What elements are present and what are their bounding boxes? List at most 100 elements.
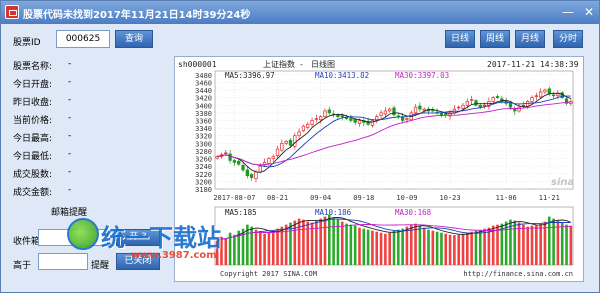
volume-bar — [284, 224, 288, 265]
info-label-open: 今日开盘: — [13, 80, 53, 90]
candle-body — [344, 117, 349, 119]
watermark-logo-icon — [67, 218, 99, 250]
minimize-button[interactable]: — — [559, 4, 577, 20]
candle-body — [319, 116, 323, 121]
volume-bar — [569, 225, 573, 265]
candle-body — [491, 97, 495, 102]
app-window: 股票代码未找到2017年11月21日14时39分24秒 — ✕ 股票ID 000… — [0, 0, 600, 293]
kline-chart: sh000001 上证指数 - 日线图 2017-11-21 14:38:39 MA5:3… — [174, 56, 584, 282]
volume-bar — [444, 233, 448, 265]
monthly-line-button[interactable]: 月线 — [515, 30, 545, 48]
volume-bar — [483, 228, 486, 265]
mailbox-label: 收件箱 — [13, 237, 41, 247]
info-value-volume: - — [68, 167, 72, 177]
volume-bar — [306, 221, 310, 265]
vol-ma10-label: MA10:186 — [315, 208, 352, 217]
volume-bar — [271, 230, 275, 265]
candle-body — [310, 120, 314, 125]
volume-bar — [332, 217, 335, 265]
ma5-label: MA5:3396.97 — [225, 71, 275, 80]
stock-id-input[interactable]: 000625 — [56, 30, 110, 48]
volume-bar — [453, 235, 456, 265]
candle-body — [383, 110, 388, 115]
volume-bar — [461, 233, 465, 265]
candle-body — [228, 153, 232, 161]
candle-body — [314, 118, 319, 120]
date-tick-label: 08-21 — [267, 194, 288, 202]
volume-bar — [435, 231, 439, 265]
candle-body — [478, 104, 482, 108]
volume-bar — [530, 225, 534, 265]
candle-body — [297, 131, 301, 137]
volume-bar — [440, 232, 443, 265]
daily-line-button[interactable]: 日线 — [445, 30, 475, 48]
candle-body — [275, 148, 280, 156]
candle-body — [469, 99, 474, 101]
volume-bar — [233, 234, 236, 265]
ma30-label: MA30:3397.03 — [395, 71, 449, 80]
candle-body — [543, 89, 547, 93]
query-button[interactable]: 查询 — [115, 30, 153, 48]
price-tick-label: 3180 — [195, 186, 212, 194]
vol-ma30-label: MA30:168 — [395, 208, 432, 217]
candle-body — [232, 160, 237, 163]
date-tick-label: 09-18 — [353, 194, 374, 202]
chart-datetime: 2017-11-21 14:38:39 — [487, 60, 579, 69]
watermark: 统一下载站 www.3987.com — [67, 216, 227, 271]
volume-bar — [323, 216, 327, 265]
sina-logo: sina — [551, 177, 574, 188]
candle-body — [241, 165, 245, 171]
date-tick-label: 09-04 — [310, 194, 331, 202]
volume-bar — [431, 230, 435, 265]
timeshare-button[interactable]: 分时 — [553, 30, 583, 48]
candle-body — [284, 141, 288, 144]
candle-body — [258, 165, 262, 173]
volume-bar — [280, 226, 284, 265]
candle-body — [349, 118, 353, 121]
price-plot-frame — [214, 70, 574, 190]
candle-body — [301, 125, 306, 132]
volume-bar — [319, 218, 322, 265]
candle-body — [353, 118, 357, 123]
volume-bar — [371, 230, 374, 265]
volume-bar — [474, 230, 478, 265]
candle-body — [293, 135, 297, 147]
weekly-line-button[interactable]: 周线 — [480, 30, 510, 48]
candle-body — [237, 160, 241, 165]
source-url-text: http://finance.sina.com.cn — [463, 270, 573, 278]
volume-bar — [466, 232, 469, 265]
candle-body — [340, 115, 344, 118]
candle-body — [392, 107, 396, 116]
volume-bar — [552, 218, 555, 265]
volume-bar — [375, 231, 379, 265]
info-value-high: - — [68, 131, 72, 141]
volume-bar — [448, 234, 452, 265]
volume-bar — [366, 229, 370, 265]
volume-bar — [478, 229, 482, 265]
candle-body — [413, 106, 418, 114]
app-icon — [5, 5, 19, 19]
candle-body — [457, 106, 461, 109]
title-bar[interactable]: 股票代码未找到2017年11月21日14时39分24秒 — ✕ — [1, 1, 599, 24]
date-tick-label: 2017-08-07 — [213, 194, 255, 202]
candle-body — [306, 123, 310, 128]
candle-body — [521, 104, 526, 107]
info-value-amount: - — [68, 185, 72, 195]
volume-bar — [496, 224, 499, 265]
volume-bar — [526, 226, 530, 265]
volume-bar — [276, 228, 279, 265]
ma10-label: MA10:3413.82 — [315, 71, 369, 80]
info-label-current: 当前价格: — [13, 116, 53, 126]
volume-bar — [358, 227, 361, 265]
window-title: 股票代码未找到2017年11月21日14时39分24秒 — [23, 10, 251, 21]
volume-bar — [267, 232, 271, 265]
volume-bar — [297, 218, 301, 265]
info-value-prev-close: - — [68, 95, 72, 105]
candle-body — [379, 112, 383, 116]
candle-body — [495, 96, 500, 98]
date-tick-label: 11-06 — [496, 194, 517, 202]
close-button[interactable]: ✕ — [580, 4, 598, 20]
chart-code: sh000001 — [178, 60, 217, 69]
candle-body — [474, 100, 478, 106]
info-label-volume: 成交股数: — [13, 170, 53, 180]
